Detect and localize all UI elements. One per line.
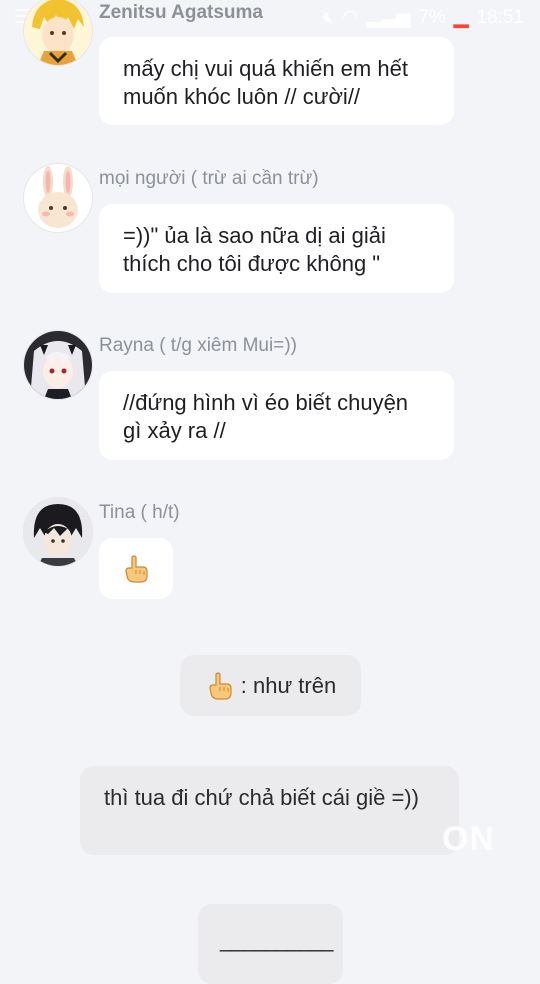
sender-name: Rayna ( t/g xiêm Mui=)) xyxy=(99,335,297,356)
signal-icon: ▂▃▅ xyxy=(366,7,411,28)
narration-text: : như trên xyxy=(240,672,337,698)
message-bubble: //đứng hình vì éo biết chuyện gì xảy ra … xyxy=(99,371,454,460)
mute-icon: 🔇︎ xyxy=(321,6,334,28)
message-text: mấy chị vui quá khiến em hết muốn khóc l… xyxy=(123,56,408,109)
message-text: //đứng hình vì éo biết chuyện gì xảy ra … xyxy=(123,390,409,443)
battery-percent: 7% xyxy=(418,6,446,28)
narration-box: thì tua đi chứ chả biết cái giề =)) xyxy=(80,766,459,855)
avatar[interactable] xyxy=(23,497,93,567)
sender-name: Zenitsu Agatsuma xyxy=(99,2,263,23)
message-text: =))" ủa là sao nữa dị ai giải thích cho … xyxy=(123,223,386,276)
avatar[interactable] xyxy=(23,163,93,233)
avatar[interactable] xyxy=(23,0,93,66)
watermark-logo: ON xyxy=(442,820,495,858)
narration-box: __________ xyxy=(198,904,343,984)
narration-text: thì tua đi chứ chả biết cái giề =)) xyxy=(104,785,419,810)
sender-name: mọi người ( trừ ai cần trừ) xyxy=(99,168,319,189)
pointing-hand-icon xyxy=(209,671,232,700)
message-bubble: mấy chị vui quá khiến em hết muốn khóc l… xyxy=(99,37,454,125)
avatar[interactable] xyxy=(23,330,93,400)
narration-box: : như trên xyxy=(180,655,361,716)
sender-name: Tina ( h/t) xyxy=(99,502,180,523)
message-bubble xyxy=(99,538,173,599)
clock: 18:51 xyxy=(476,6,524,28)
narration-text: __________ xyxy=(220,927,333,952)
message-bubble: =))" ủa là sao nữa dị ai giải thích cho … xyxy=(99,204,454,293)
battery-icon: ▁ xyxy=(453,7,469,28)
pointing-hand-icon xyxy=(125,554,148,583)
wifi-icon: ◠ xyxy=(341,7,359,28)
